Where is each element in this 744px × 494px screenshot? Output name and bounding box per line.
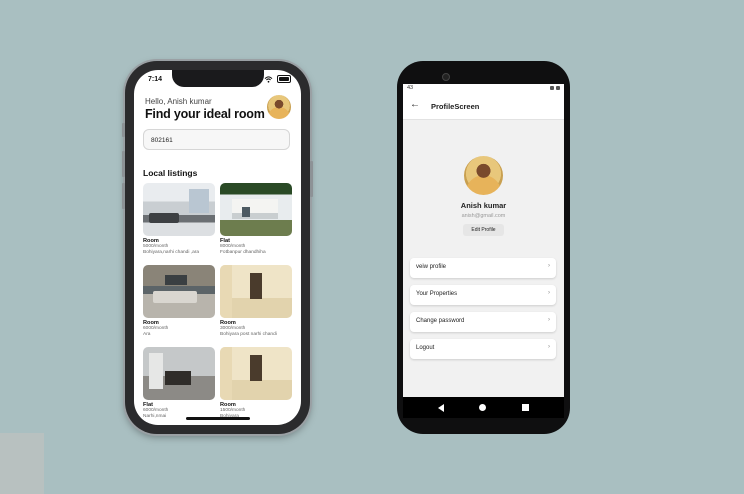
status-icons: [264, 75, 291, 83]
signal-icon: [550, 86, 554, 90]
page-title: Find your ideal room: [145, 107, 265, 121]
menu-item-view-profile[interactable]: veiw profile ›: [410, 258, 556, 278]
edit-profile-button[interactable]: Edit Profile: [463, 224, 504, 236]
volume-up-button: [122, 151, 125, 177]
listing-card[interactable]: Room 5000/month Bohiyara,narhi chandi ,a…: [143, 183, 215, 256]
front-camera: [442, 73, 450, 81]
home-indicator[interactable]: [186, 417, 250, 420]
power-button: [310, 161, 313, 197]
back-arrow-icon[interactable]: ←: [410, 99, 422, 111]
search-input[interactable]: 802161: [143, 129, 290, 150]
listing-card[interactable]: Room 3000/month Bohiyara post narhi chan…: [220, 265, 292, 338]
menu-item-logout[interactable]: Logout ›: [410, 339, 556, 359]
nav-recents-icon[interactable]: [522, 404, 529, 411]
listing-photo: [220, 183, 292, 236]
menu-item-label: Logout: [416, 345, 435, 351]
android-device: 43 ← ProfileScreen Anish kumar anish@gma…: [397, 61, 570, 434]
appbar-title: ProfileScreen: [431, 102, 480, 111]
app-bar: ← ProfileScreen: [403, 94, 564, 120]
profile-name: Anish kumar: [460, 201, 507, 210]
listing-address: Fotbanpur dhandhiha: [220, 250, 266, 255]
avatar[interactable]: [267, 95, 291, 119]
status-time: 7:14: [148, 76, 163, 83]
chevron-right-icon: ›: [548, 290, 550, 296]
listing-card[interactable]: Flat 8000/month Fotbanpur dhandhiha: [220, 183, 292, 256]
notch: [172, 70, 264, 87]
wifi-icon: [264, 75, 273, 83]
listing-photo: [143, 347, 215, 400]
chevron-right-icon: ›: [548, 263, 550, 269]
chevron-right-icon: ›: [548, 344, 550, 350]
volume-down-button: [122, 183, 125, 209]
status-icons: [550, 86, 560, 90]
mute-switch: [122, 123, 125, 137]
iphone-device: 7:14 Hello, Anish kumar Find your ideal …: [122, 61, 313, 434]
menu-item-change-password[interactable]: Change password ›: [410, 312, 556, 332]
profile-email: anish@gmail.com: [461, 213, 506, 219]
iphone-screen: 7:14 Hello, Anish kumar Find your ideal …: [134, 70, 301, 425]
android-screen: 43 ← ProfileScreen Anish kumar anish@gma…: [403, 84, 564, 418]
chevron-right-icon: ›: [548, 317, 550, 323]
listing-card[interactable]: Room 6000/month Ara: [143, 265, 215, 338]
corner-swatch: [0, 433, 44, 494]
listing-address: Bohiyara post narhi chandi: [220, 332, 277, 337]
nav-back-icon[interactable]: [438, 404, 444, 412]
menu-item-label: veiw profile: [416, 264, 447, 270]
profile-avatar[interactable]: [464, 156, 503, 195]
listing-photo: [220, 347, 292, 400]
listing-address: Bohiyara,narhi chandi ,ara: [143, 250, 199, 255]
listing-card[interactable]: Room 1500/month Bohiyara: [220, 347, 292, 420]
battery-icon: [556, 86, 560, 90]
menu-item-label: Change password: [416, 318, 465, 324]
greeting-text: Hello, Anish kumar: [145, 97, 212, 106]
nav-home-icon[interactable]: [479, 404, 486, 411]
listing-photo: [220, 265, 292, 318]
status-time: 43: [407, 85, 414, 91]
system-nav-bar: [403, 397, 564, 418]
battery-icon: [277, 75, 291, 83]
listing-card[interactable]: Flat 6000/month Narhi,nmai: [143, 347, 215, 420]
menu-item-your-properties[interactable]: Your Properties ›: [410, 285, 556, 305]
section-title: Local listings: [143, 168, 198, 178]
listing-photo: [143, 265, 215, 318]
menu-item-label: Your Properties: [416, 291, 458, 297]
listing-photo: [143, 183, 215, 236]
listing-address: Ara: [143, 332, 151, 337]
status-bar: 43: [403, 84, 564, 94]
